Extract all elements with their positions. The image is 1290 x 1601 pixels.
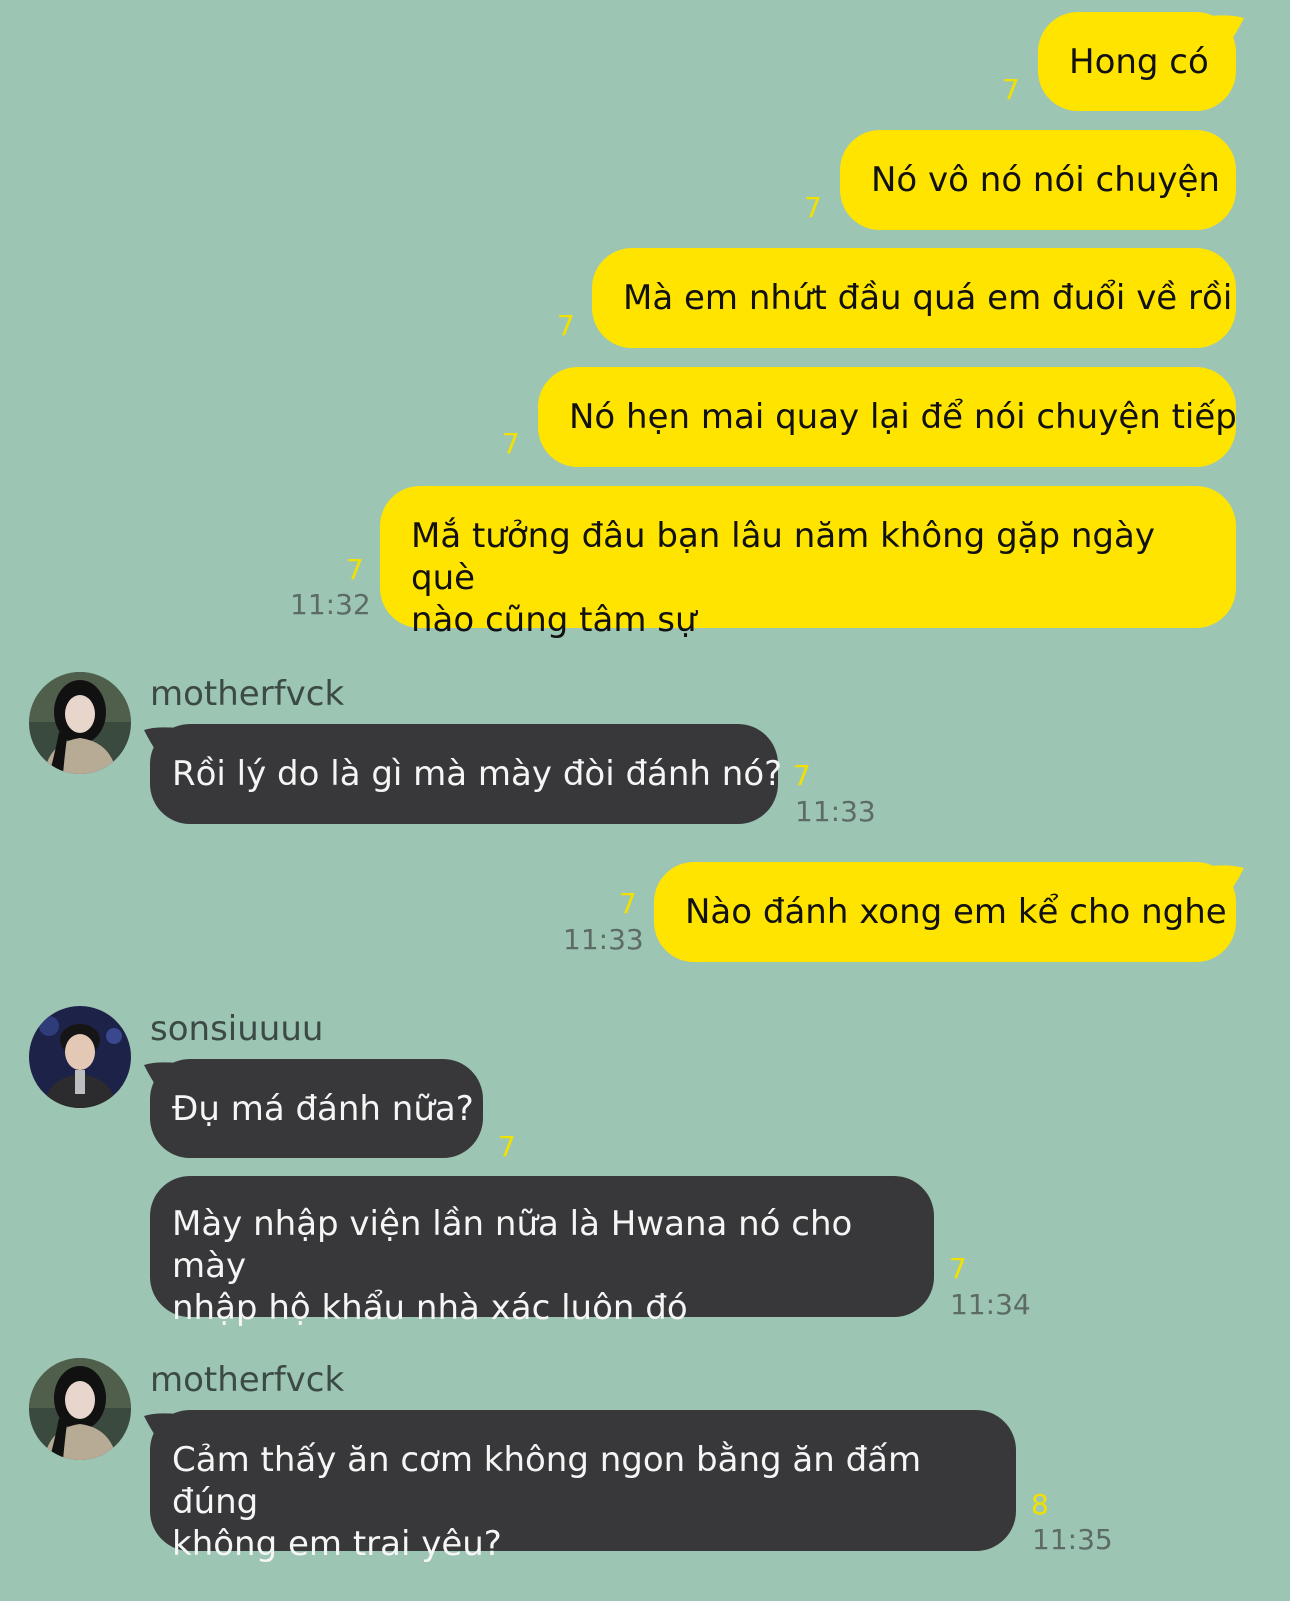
unread-count: 7 — [1002, 73, 1020, 106]
unread-count: 7 — [346, 553, 364, 586]
unread-count: 7 — [502, 427, 520, 460]
bubble-tail-left — [144, 1062, 178, 1089]
message-timestamp: 11:32 — [290, 588, 371, 621]
incoming-message-bubble[interactable]: Mày nhập viện lần nữa là Hwana nó cho mà… — [150, 1176, 934, 1328]
message-text: Hong có — [1069, 41, 1209, 82]
unread-count: 8 — [1031, 1488, 1049, 1521]
outgoing-message-bubble[interactable]: Mà em nhứt đầu quá em đuổi về rồi — [592, 248, 1236, 348]
outgoing-message-bubble[interactable]: Mắ tưởng đâu bạn lâu năm không gặp ngày … — [380, 486, 1236, 640]
message-text: Mắ tưởng đâu bạn lâu năm không gặp ngày … — [411, 516, 1155, 640]
bubble-tail-right — [1210, 15, 1244, 42]
message-timestamp: 11:35 — [1032, 1523, 1113, 1556]
bubble-tail-left — [144, 727, 178, 754]
incoming-message-bubble[interactable]: Rồi lý do là gì mà mày đòi đánh nó? — [150, 724, 782, 824]
message-text: Mày nhập viện lần nữa là Hwana nó cho mà… — [172, 1204, 853, 1328]
message-text: Nó vô nó nói chuyện — [871, 160, 1220, 200]
sender-name: motherfvck — [150, 674, 345, 714]
avatar[interactable] — [29, 1358, 131, 1460]
message-text: Nó hẹn mai quay lại để nói chuyện tiếp — [569, 397, 1237, 437]
unread-count: 7 — [793, 759, 811, 792]
outgoing-message-bubble[interactable]: Nào đánh xong em kể cho nghe — [654, 862, 1236, 962]
unread-count: 7 — [949, 1252, 967, 1285]
message-text: Đụ má đánh nữa? — [172, 1088, 474, 1129]
avatar[interactable] — [29, 1006, 131, 1108]
unread-count: 7 — [619, 887, 637, 920]
outgoing-message-bubble[interactable]: Nó hẹn mai quay lại để nói chuyện tiếp — [538, 367, 1237, 467]
avatar[interactable] — [29, 672, 131, 774]
sender-name: motherfvck — [150, 1360, 345, 1400]
unread-count: 7 — [498, 1130, 516, 1163]
unread-count: 7 — [804, 191, 822, 224]
message-timestamp: 11:33 — [563, 923, 644, 956]
outgoing-message-bubble[interactable]: Hong có — [1038, 12, 1236, 111]
message-timestamp: 11:34 — [950, 1288, 1031, 1321]
bubble-tail-right — [1210, 865, 1244, 892]
chat-thread[interactable]: Hong có 7 Nó vô nó nói chuyện 7 Mà em nh… — [0, 0, 1290, 1601]
message-text: Cảm thấy ăn cơm không ngon bằng ăn đấm đ… — [172, 1440, 922, 1564]
bubble-tail-left — [144, 1413, 178, 1440]
message-text: Nào đánh xong em kể cho nghe — [685, 892, 1227, 932]
incoming-message-bubble[interactable]: Đụ má đánh nữa? — [150, 1059, 483, 1158]
outgoing-message-bubble[interactable]: Nó vô nó nói chuyện — [840, 130, 1236, 230]
message-text: Mà em nhứt đầu quá em đuổi về rồi — [623, 278, 1233, 318]
incoming-message-bubble[interactable]: Cảm thấy ăn cơm không ngon bằng ăn đấm đ… — [150, 1410, 1016, 1564]
message-timestamp: 11:33 — [795, 795, 876, 828]
unread-count: 7 — [557, 309, 575, 342]
message-text: Rồi lý do là gì mà mày đòi đánh nó? — [172, 754, 783, 794]
sender-name: sonsiuuuu — [150, 1009, 324, 1049]
